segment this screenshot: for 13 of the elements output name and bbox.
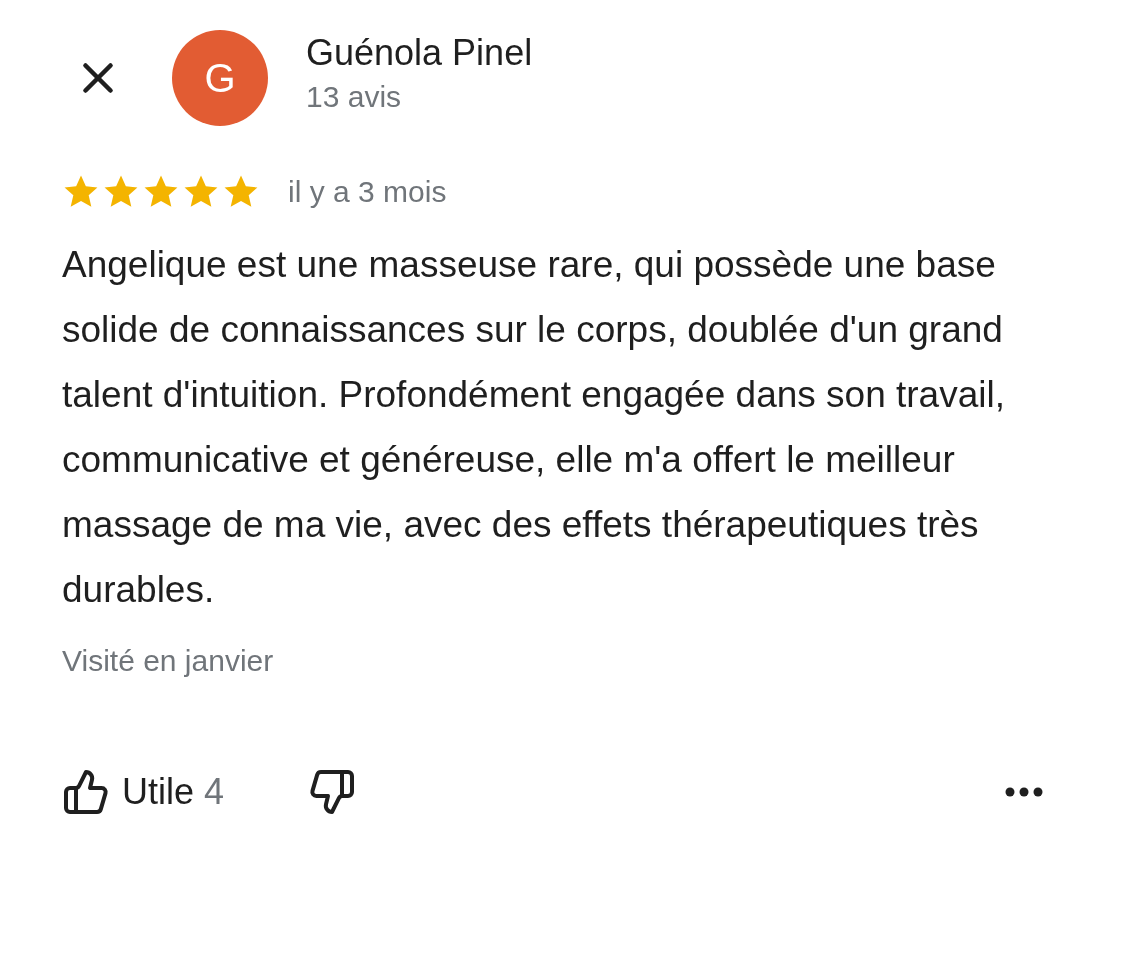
helpful-label: Utile 4 [122, 771, 225, 813]
thumbs-up-icon [62, 768, 110, 816]
helpful-button[interactable]: Utile 4 [62, 768, 225, 816]
visit-date: Visité en janvier [62, 644, 275, 678]
review-text: Angelique est une masseuse rare, qui possède une base solide de connaissances sur le corps, doublée d'un grand talent d'intuition. Profondément engagée dans son travail, communicative et généreuse, elle m'a offert le meilleur massage de ma vie, avec des effets thérapeutiques très durables. [62, 243, 1006, 612]
more-options-button[interactable] [1005, 787, 1043, 797]
avatar: G [172, 30, 268, 126]
review-count: 13 avis [306, 80, 403, 114]
review-time: il y a 3 mois [288, 175, 447, 209]
thumbs-down-button[interactable] [308, 768, 357, 816]
reviewer-name: Guénola Pinel [306, 32, 533, 74]
thumbs-down-icon [308, 768, 357, 816]
more-icon [1005, 787, 1043, 797]
